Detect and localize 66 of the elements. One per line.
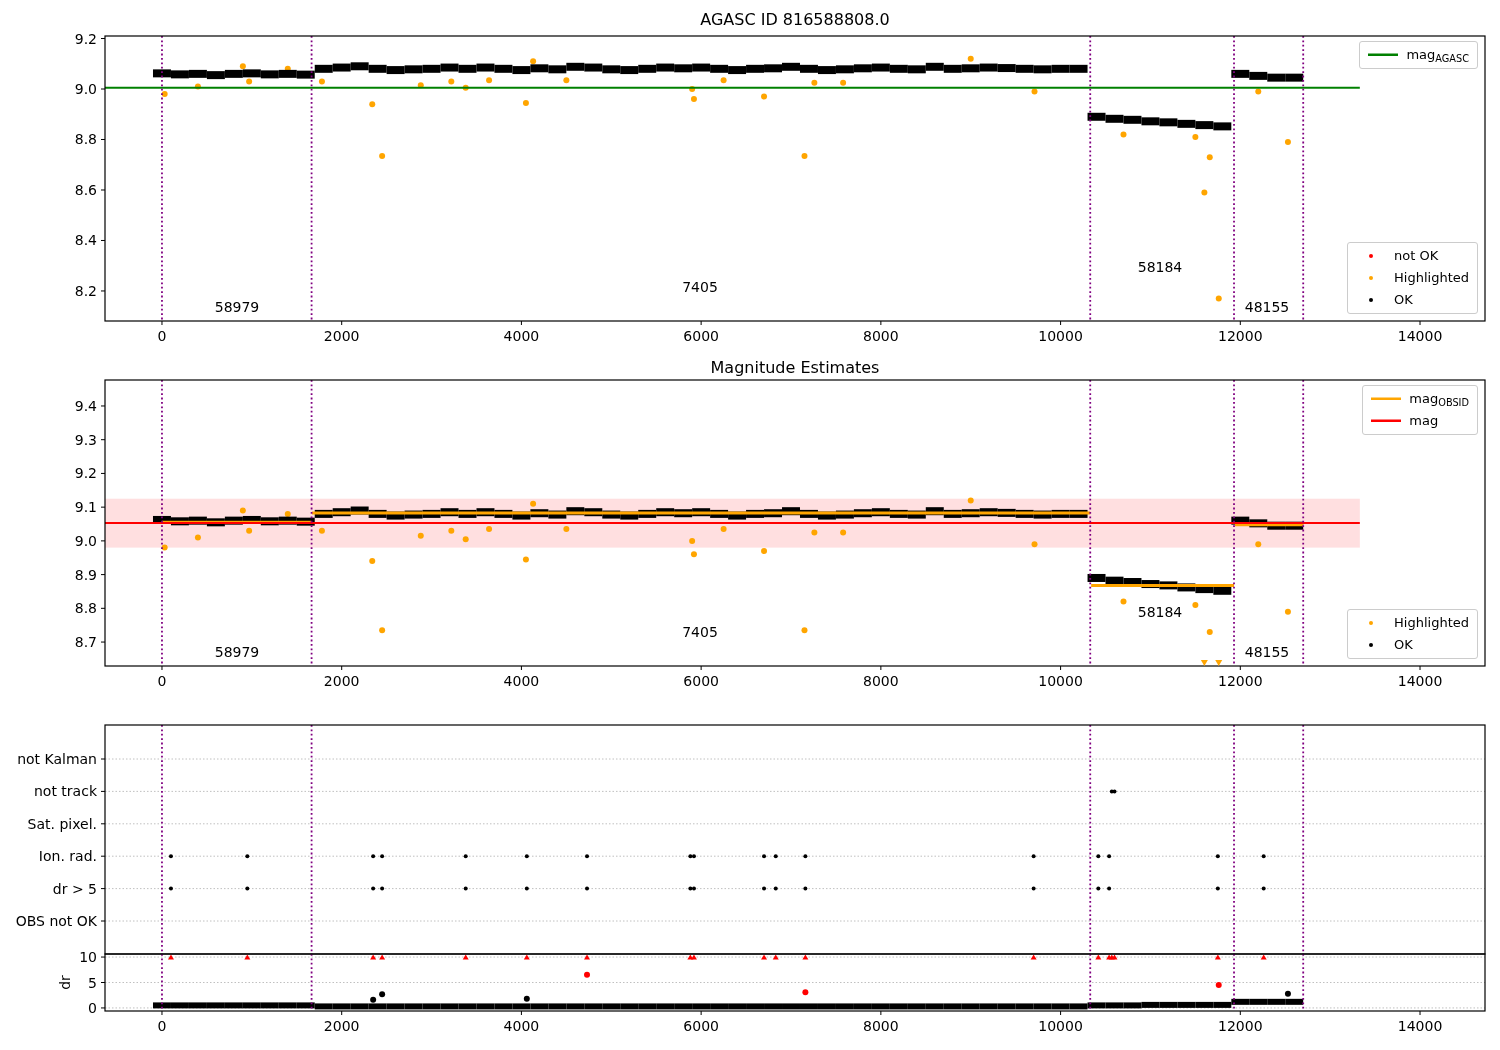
y-tick-label: 8.9 bbox=[74, 566, 97, 583]
x-tick-label: 14000 bbox=[1397, 673, 1443, 689]
x-tick-label: 6000 bbox=[683, 328, 719, 344]
legend-label: Highlighted bbox=[1394, 614, 1469, 633]
y-tick-label: 10 bbox=[79, 949, 97, 966]
y-tick-label: 9.4 bbox=[74, 397, 97, 414]
x-tick-label: 2000 bbox=[323, 1018, 360, 1034]
obsid-label: 48155 bbox=[1244, 299, 1290, 315]
y-tick-label: 9.3 bbox=[74, 431, 97, 448]
x-tick-label: 10000 bbox=[1038, 1018, 1083, 1034]
y-tick-label: 9.1 bbox=[74, 499, 97, 516]
legend-label: Highlighted bbox=[1394, 269, 1469, 288]
y-tick-label: 9.2 bbox=[74, 30, 97, 47]
row-label: Ion. rad. bbox=[38, 848, 97, 865]
y-tick-label: 8.2 bbox=[74, 282, 97, 299]
x-tick-label: 2000 bbox=[323, 328, 360, 344]
x-tick-label: 0 bbox=[157, 328, 167, 344]
y-tick-label: 9.0 bbox=[74, 532, 97, 549]
legend-label: not OK bbox=[1394, 247, 1439, 266]
row-label: OBS not OK bbox=[15, 913, 97, 929]
legend-label: mag$_{OBSID}$ bbox=[1409, 390, 1469, 409]
x-tick-label: 0 bbox=[157, 673, 167, 689]
obsid-label: 58184 bbox=[1137, 259, 1183, 275]
x-tick-label: 0 bbox=[157, 1018, 167, 1034]
x-tick-label: 14000 bbox=[1397, 328, 1443, 344]
chart-title: Magnitude Estimates bbox=[710, 358, 880, 378]
obsid-label: 58979 bbox=[214, 644, 260, 660]
legend-label: OK bbox=[1394, 636, 1413, 655]
x-tick-label: 10000 bbox=[1038, 673, 1083, 689]
y-axis-label: dr bbox=[57, 975, 73, 990]
x-tick-label: 10000 bbox=[1038, 328, 1083, 344]
y-tick-label: 8.7 bbox=[74, 634, 97, 651]
x-tick-label: 6000 bbox=[683, 673, 719, 689]
x-tick-label: 8000 bbox=[863, 328, 899, 344]
x-tick-label: 4000 bbox=[503, 328, 540, 344]
x-tick-label: 2000 bbox=[323, 673, 360, 689]
legend-label: OK bbox=[1394, 291, 1413, 310]
x-tick-label: 12000 bbox=[1218, 328, 1263, 344]
legend-label: mag bbox=[1409, 412, 1439, 431]
obsid-label: 7405 bbox=[682, 624, 718, 640]
row-label: not Kalman bbox=[17, 751, 97, 767]
row-label: not track bbox=[34, 783, 97, 800]
y-tick-label: 9.2 bbox=[74, 465, 97, 482]
obsid-label: 58979 bbox=[214, 299, 260, 315]
y-tick-label: 8.6 bbox=[74, 182, 97, 198]
row-label: dr > 5 bbox=[52, 880, 97, 897]
x-tick-label: 8000 bbox=[863, 673, 899, 689]
x-tick-label: 12000 bbox=[1218, 1018, 1263, 1034]
obsid-label: 7405 bbox=[682, 279, 718, 295]
x-tick-label: 8000 bbox=[863, 1018, 899, 1034]
x-tick-label: 14000 bbox=[1397, 1018, 1443, 1034]
x-tick-label: 4000 bbox=[503, 673, 540, 689]
x-tick-label: 4000 bbox=[503, 1018, 540, 1034]
row-label: Sat. pixel. bbox=[27, 815, 97, 832]
y-tick-label: 8.8 bbox=[74, 600, 97, 617]
x-tick-label: 12000 bbox=[1218, 673, 1263, 689]
y-tick-label: 5 bbox=[88, 974, 97, 991]
y-tick-label: 8.4 bbox=[74, 232, 97, 249]
chart-title: AGASC ID 816588808.0 bbox=[700, 10, 890, 30]
y-tick-label: 8.8 bbox=[74, 131, 97, 148]
y-tick-label: 0 bbox=[88, 999, 97, 1016]
legend-label: mag$_{AGASC}$ bbox=[1406, 46, 1469, 65]
obsid-label: 48155 bbox=[1244, 644, 1290, 660]
y-tick-label: 9.0 bbox=[74, 81, 97, 97]
obsid-label: 58184 bbox=[1137, 604, 1183, 620]
x-tick-label: 6000 bbox=[683, 1018, 719, 1034]
